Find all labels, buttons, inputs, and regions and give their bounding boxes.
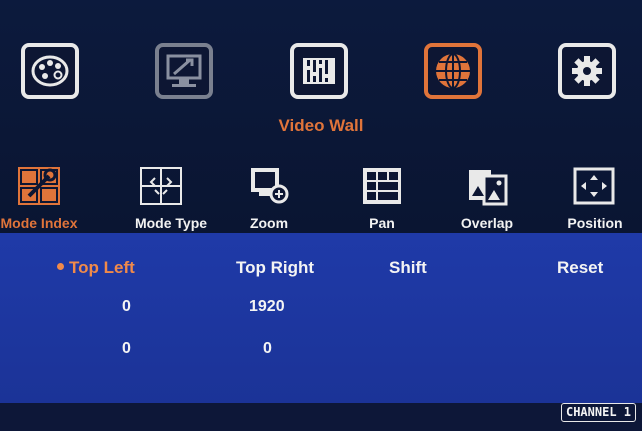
selection-dot-icon: [57, 263, 64, 271]
reset-option[interactable]: Reset: [557, 258, 603, 278]
subtab-position[interactable]: [572, 166, 616, 206]
top-left-option[interactable]: Top Left: [57, 258, 135, 278]
globe-icon: [424, 43, 482, 99]
section-title: Video Wall: [278, 116, 364, 135]
top-left-label: Top Left: [69, 258, 135, 277]
subtab-mode-index[interactable]: [17, 166, 61, 206]
mode-type-icon: [140, 167, 182, 205]
top-left-x-value[interactable]: 0: [122, 298, 131, 316]
subtab-label-position[interactable]: Position: [540, 215, 642, 231]
subtab-label-overlap[interactable]: Overlap: [432, 215, 542, 231]
tab-color[interactable]: [20, 42, 80, 100]
subtab-mode-type[interactable]: [139, 166, 183, 206]
subtab-pan[interactable]: [360, 166, 404, 206]
top-right-y-value[interactable]: 0: [263, 340, 272, 358]
shift-option[interactable]: Shift: [389, 258, 427, 278]
subtab-label-zoom[interactable]: Zoom: [214, 215, 324, 231]
position-icon: [573, 167, 615, 205]
tab-video-wall[interactable]: [423, 42, 483, 100]
subtab-label-pan[interactable]: Pan: [327, 215, 437, 231]
pan-grid-icon: [363, 168, 401, 204]
display-tools-icon: [155, 43, 213, 99]
subtab-label-mode-type[interactable]: Mode Type: [116, 215, 226, 231]
top-left-y-value[interactable]: 0: [122, 340, 131, 358]
zoom-icon: [251, 168, 289, 204]
palette-icon: [21, 43, 79, 99]
tab-settings[interactable]: [557, 42, 617, 100]
audio-mixer-icon: [290, 43, 348, 99]
subtab-label-mode-index[interactable]: Mode Index: [0, 215, 94, 231]
channel-badge: CHANNEL 1: [560, 403, 636, 422]
tab-audio[interactable]: [289, 42, 349, 100]
mode-index-icon: [18, 167, 60, 205]
osd-screen: Video Wall Mode Index Mode Type Zoom Pan…: [0, 0, 642, 431]
gear-icon: [558, 43, 616, 99]
footer-bar: [0, 403, 642, 431]
top-right-option[interactable]: Top Right: [236, 258, 314, 278]
top-right-x-value[interactable]: 1920: [249, 298, 285, 316]
subtab-overlap[interactable]: [466, 166, 510, 206]
overlap-icon: [469, 170, 508, 206]
tab-display[interactable]: [154, 42, 214, 100]
subtab-zoom[interactable]: [247, 166, 291, 206]
